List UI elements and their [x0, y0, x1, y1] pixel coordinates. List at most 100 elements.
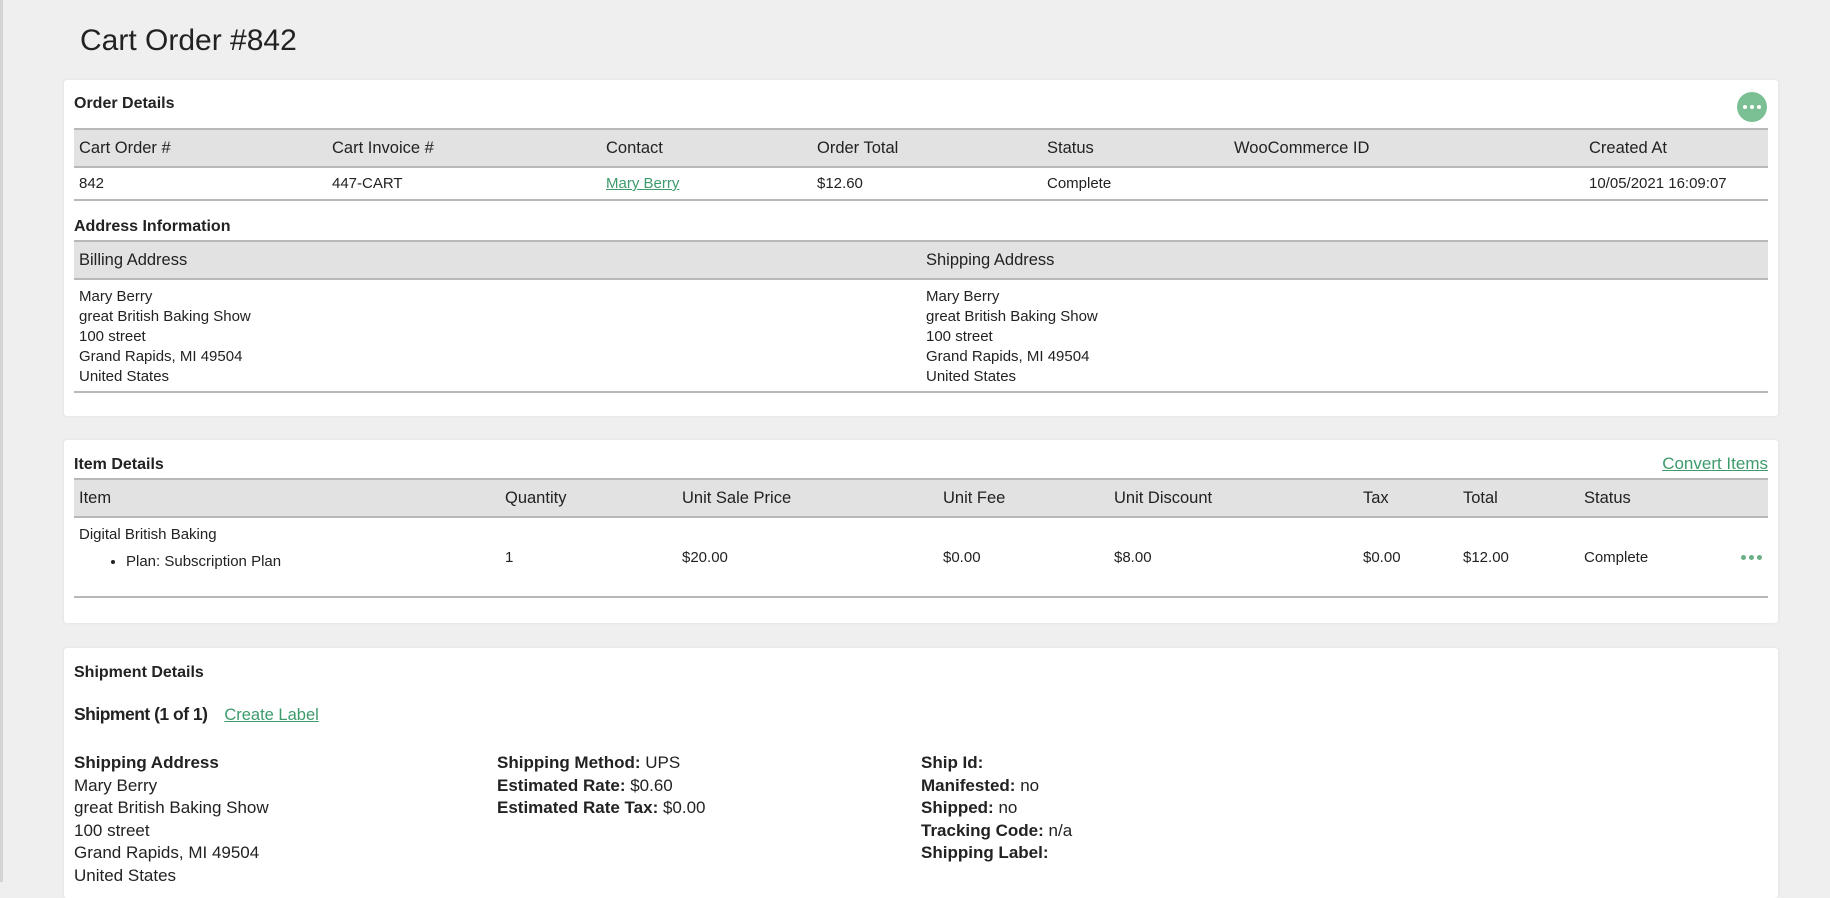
order-details-table: Cart Order # Cart Invoice # Contact Orde…: [74, 128, 1768, 201]
billing-line: Grand Rapids, MI 49504: [79, 348, 243, 365]
item-tax: $0.00: [1363, 548, 1401, 566]
shipment-address-line: Mary Berry: [74, 775, 158, 795]
billing-address-header: Billing Address: [74, 240, 921, 280]
col-unit-discount: Unit Discount: [1109, 478, 1358, 518]
col-cart-order: Cart Order #: [74, 128, 327, 168]
billing-address-block: Mary Berry great British Baking Show 100…: [74, 279, 921, 392]
col-item-status: Status: [1579, 478, 1768, 518]
item-sub-list: Plan: Subscription Plan: [79, 553, 500, 570]
manifested-row: Manifested: no: [921, 775, 1072, 798]
billing-line: United States: [79, 368, 170, 385]
woocommerce-id: [1229, 167, 1584, 200]
shipment-address-line: great British Baking Show: [74, 798, 269, 817]
ship-id-label: Ship Id:: [921, 753, 984, 772]
shipping-label-label: Shipping Label:: [921, 843, 1049, 862]
shipping-method-row: Shipping Method: UPS: [497, 752, 706, 775]
shipping-label-row: Shipping Label:: [921, 842, 1072, 865]
convert-items-link[interactable]: Convert Items: [1662, 454, 1768, 474]
item-sub-plan: Plan: Subscription Plan: [126, 553, 500, 570]
shipping-line: United States: [926, 368, 1017, 385]
shipment-method-column: Shipping Method: UPS Estimated Rate: $0.…: [497, 752, 706, 820]
estimated-rate-label: Estimated Rate:: [497, 775, 626, 795]
table-row: 842 447-CART Mary Berry $12.60 Complete …: [74, 167, 1768, 200]
estimated-rate-row: Estimated Rate: $0.60: [497, 775, 706, 798]
shipment-address-line: 100 street: [74, 820, 150, 840]
left-edge-divider: [0, 0, 3, 882]
shipment-address-line: Grand Rapids, MI 49504: [74, 843, 260, 862]
shipment-status-column: Ship Id: Manifested: no Shipped: no Trac…: [921, 752, 1072, 865]
shipping-method-label: Shipping Method:: [497, 753, 641, 772]
item-details-table: Item Quantity Unit Sale Price Unit Fee U…: [74, 478, 1768, 598]
shipping-line: great British Baking Show: [926, 308, 1098, 325]
billing-line: great British Baking Show: [79, 308, 251, 325]
tracking-code-value: n/a: [1048, 820, 1073, 840]
order-total: $12.60: [817, 175, 863, 192]
col-unit-fee: Unit Fee: [938, 478, 1109, 518]
billing-line: 100 street: [79, 328, 146, 345]
shipped-row: Shipped: no: [921, 797, 1072, 820]
shipment-address-column: Shipping Address Mary Berry great Britis…: [74, 752, 269, 887]
shipping-line: Mary Berry: [926, 288, 1000, 305]
col-cart-invoice: Cart Invoice #: [327, 128, 601, 168]
tracking-code-label: Tracking Code:: [921, 820, 1044, 840]
item-cell: Digital British Baking Plan: Subscriptio…: [74, 517, 500, 597]
item-unit-fee: $0.00: [943, 548, 981, 566]
shipping-method-value: UPS: [645, 753, 681, 772]
created-at: 10/05/2021 16:09:07: [1589, 175, 1727, 192]
page-title: Cart Order #842: [80, 24, 297, 57]
col-woocommerce-id: WooCommerce ID: [1229, 128, 1584, 168]
estimated-rate-tax-value: $0.00: [662, 798, 706, 817]
shipping-address-header: Shipping Address: [921, 240, 1768, 280]
address-header-row: Billing Address Shipping Address: [74, 240, 1768, 280]
table-row: Digital British Baking Plan: Subscriptio…: [74, 517, 1768, 597]
address-info-title: Address Information: [74, 218, 231, 235]
item-unit-sale-price: $20.00: [682, 548, 728, 566]
shipped-value: no: [998, 798, 1018, 817]
shipment-address-line: United States: [74, 865, 177, 885]
item-details-header-row: Item Quantity Unit Sale Price Unit Fee U…: [74, 478, 1768, 518]
shipped-label: Shipped:: [921, 798, 994, 817]
item-name: Digital British Baking: [79, 526, 217, 543]
billing-line: Mary Berry: [79, 288, 153, 305]
col-order-total: Order Total: [812, 128, 1042, 168]
order-details-title: Order Details: [74, 95, 175, 112]
item-status: Complete: [1584, 548, 1649, 566]
shipment-details-card: Shipment Details Shipment (1 of 1) Creat…: [64, 648, 1778, 898]
col-unit-sale-price: Unit Sale Price: [677, 478, 938, 518]
col-item: Item: [74, 478, 500, 518]
col-status: Status: [1042, 128, 1229, 168]
shipment-details-title: Shipment Details: [74, 664, 204, 681]
estimated-rate-tax-row: Estimated Rate Tax: $0.00: [497, 797, 706, 820]
col-total: Total: [1458, 478, 1579, 518]
order-details-header-row: Cart Order # Cart Invoice # Contact Orde…: [74, 128, 1768, 168]
item-actions-more-icon[interactable]: [1741, 554, 1762, 560]
estimated-rate-value: $0.60: [630, 775, 673, 795]
shipping-line: 100 street: [926, 328, 993, 345]
item-details-title: Item Details: [74, 456, 164, 473]
manifested-label: Manifested:: [921, 775, 1016, 795]
create-label-link[interactable]: Create Label: [224, 706, 318, 724]
shipping-line: Grand Rapids, MI 49504: [926, 348, 1090, 365]
col-created-at: Created At: [1584, 128, 1768, 168]
manifested-value: no: [1020, 775, 1040, 795]
shipping-address-block: Mary Berry great British Baking Show 100…: [921, 279, 1768, 392]
shipment-address-label: Shipping Address: [74, 753, 219, 772]
address-table: Billing Address Shipping Address Mary Be…: [74, 240, 1768, 393]
tracking-code-row: Tracking Code: n/a: [921, 820, 1072, 843]
item-unit-discount: $8.00: [1114, 548, 1152, 566]
cart-invoice-number: 447-CART: [332, 175, 403, 192]
shipment-heading-row: Shipment (1 of 1) Create Label: [74, 704, 319, 725]
item-status-cell: Complete: [1579, 517, 1768, 597]
contact-link[interactable]: Mary Berry: [606, 175, 679, 192]
estimated-rate-tax-label: Estimated Rate Tax:: [497, 798, 659, 817]
order-actions-more-icon[interactable]: [1737, 92, 1767, 122]
order-details-card: Order Details Cart Order # Cart Invoice …: [64, 80, 1778, 416]
col-contact: Contact: [601, 128, 812, 168]
item-total: $12.00: [1463, 548, 1509, 566]
col-quantity: Quantity: [500, 478, 677, 518]
order-status: Complete: [1047, 175, 1112, 192]
table-row: Mary Berry great British Baking Show 100…: [74, 279, 1768, 392]
ship-id-row: Ship Id:: [921, 752, 1072, 775]
cart-order-number: 842: [79, 175, 105, 192]
item-quantity: 1: [505, 548, 514, 566]
